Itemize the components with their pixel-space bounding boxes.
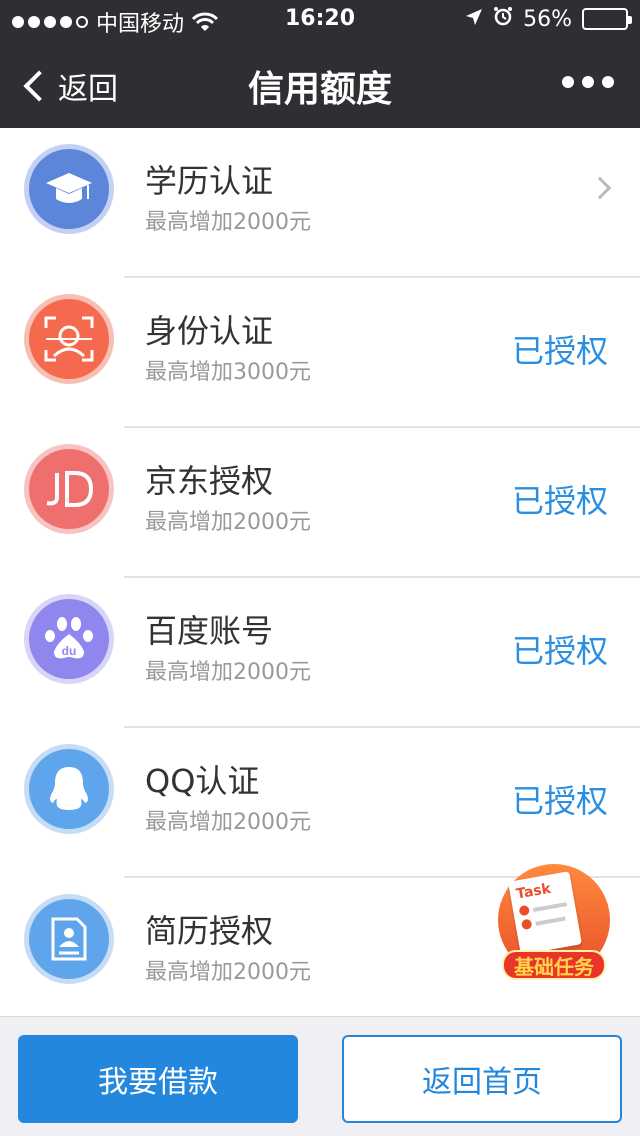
item-subtitle: 最高增加2000元 <box>145 510 311 535</box>
item-name: QQ认证 <box>145 762 260 800</box>
back-home-button[interactable]: 返回首页 <box>342 1035 622 1123</box>
list-item-baidu[interactable]: du 百度账号 最高增加2000元 已授权 <box>0 578 640 728</box>
credit-list: 学历认证 最高增加2000元 身份认证 最高增加3000元 已授权 京东授权 最… <box>0 128 640 1016</box>
bottom-bar: 我要借款 返回首页 <box>0 1016 640 1136</box>
location-arrow-icon <box>465 7 483 32</box>
list-item-education[interactable]: 学历认证 最高增加2000元 <box>0 128 640 278</box>
battery-percent: 56% <box>523 6 572 32</box>
task-badge-label: 基础任务 <box>502 950 606 980</box>
borrow-button[interactable]: 我要借款 <box>18 1035 298 1123</box>
avatar <box>24 144 114 234</box>
status-bar: 中国移动 16:20 56% <box>0 0 640 40</box>
baidu-paw-icon: du <box>29 599 109 679</box>
authorized-status: 已授权 <box>511 332 608 370</box>
task-paper-icon: Task <box>508 871 582 955</box>
avatar <box>24 294 114 384</box>
item-subtitle: 最高增加2000元 <box>145 960 311 985</box>
more-icon[interactable] <box>562 76 614 88</box>
avatar <box>24 894 114 984</box>
authorized-status: 已授权 <box>511 632 608 670</box>
list-item-identity[interactable]: 身份认证 最高增加3000元 已授权 <box>0 278 640 428</box>
list-item-qq[interactable]: QQ认证 最高增加2000元 已授权 <box>0 728 640 878</box>
item-name: 百度账号 <box>145 612 274 650</box>
basic-task-badge[interactable]: Task 基础任务 <box>488 858 614 984</box>
nav-bar: 返回 信用额度 <box>0 40 640 128</box>
item-subtitle: 最高增加2000元 <box>145 660 311 685</box>
top-bar: 中国移动 16:20 56% 返回 信用额度 <box>0 0 640 128</box>
item-subtitle: 最高增加2000元 <box>145 810 311 835</box>
avatar: du <box>24 594 114 684</box>
svg-text:du: du <box>62 644 77 658</box>
status-right: 56% <box>465 6 632 32</box>
page-title: 信用额度 <box>247 69 392 110</box>
item-name: 身份认证 <box>145 312 274 350</box>
face-scan-icon <box>29 299 109 379</box>
item-name: 京东授权 <box>145 462 274 500</box>
authorized-status: 已授权 <box>511 482 608 520</box>
graduation-cap-icon <box>29 149 109 229</box>
qq-penguin-icon <box>29 749 109 829</box>
item-name: 简历授权 <box>145 912 274 950</box>
chevron-right-icon <box>588 176 612 200</box>
avatar <box>24 744 114 834</box>
item-subtitle: 最高增加2000元 <box>145 210 311 235</box>
item-subtitle: 最高增加3000元 <box>145 360 311 385</box>
item-name: 学历认证 <box>145 162 274 200</box>
alarm-icon <box>493 6 513 32</box>
avatar <box>24 444 114 534</box>
list-item-jd[interactable]: 京东授权 最高增加2000元 已授权 <box>0 428 640 578</box>
battery-icon <box>582 8 632 30</box>
task-paper-text: Task <box>514 880 553 903</box>
resume-icon <box>29 899 109 979</box>
jd-logo-icon <box>29 449 109 529</box>
authorized-status: 已授权 <box>511 782 608 820</box>
